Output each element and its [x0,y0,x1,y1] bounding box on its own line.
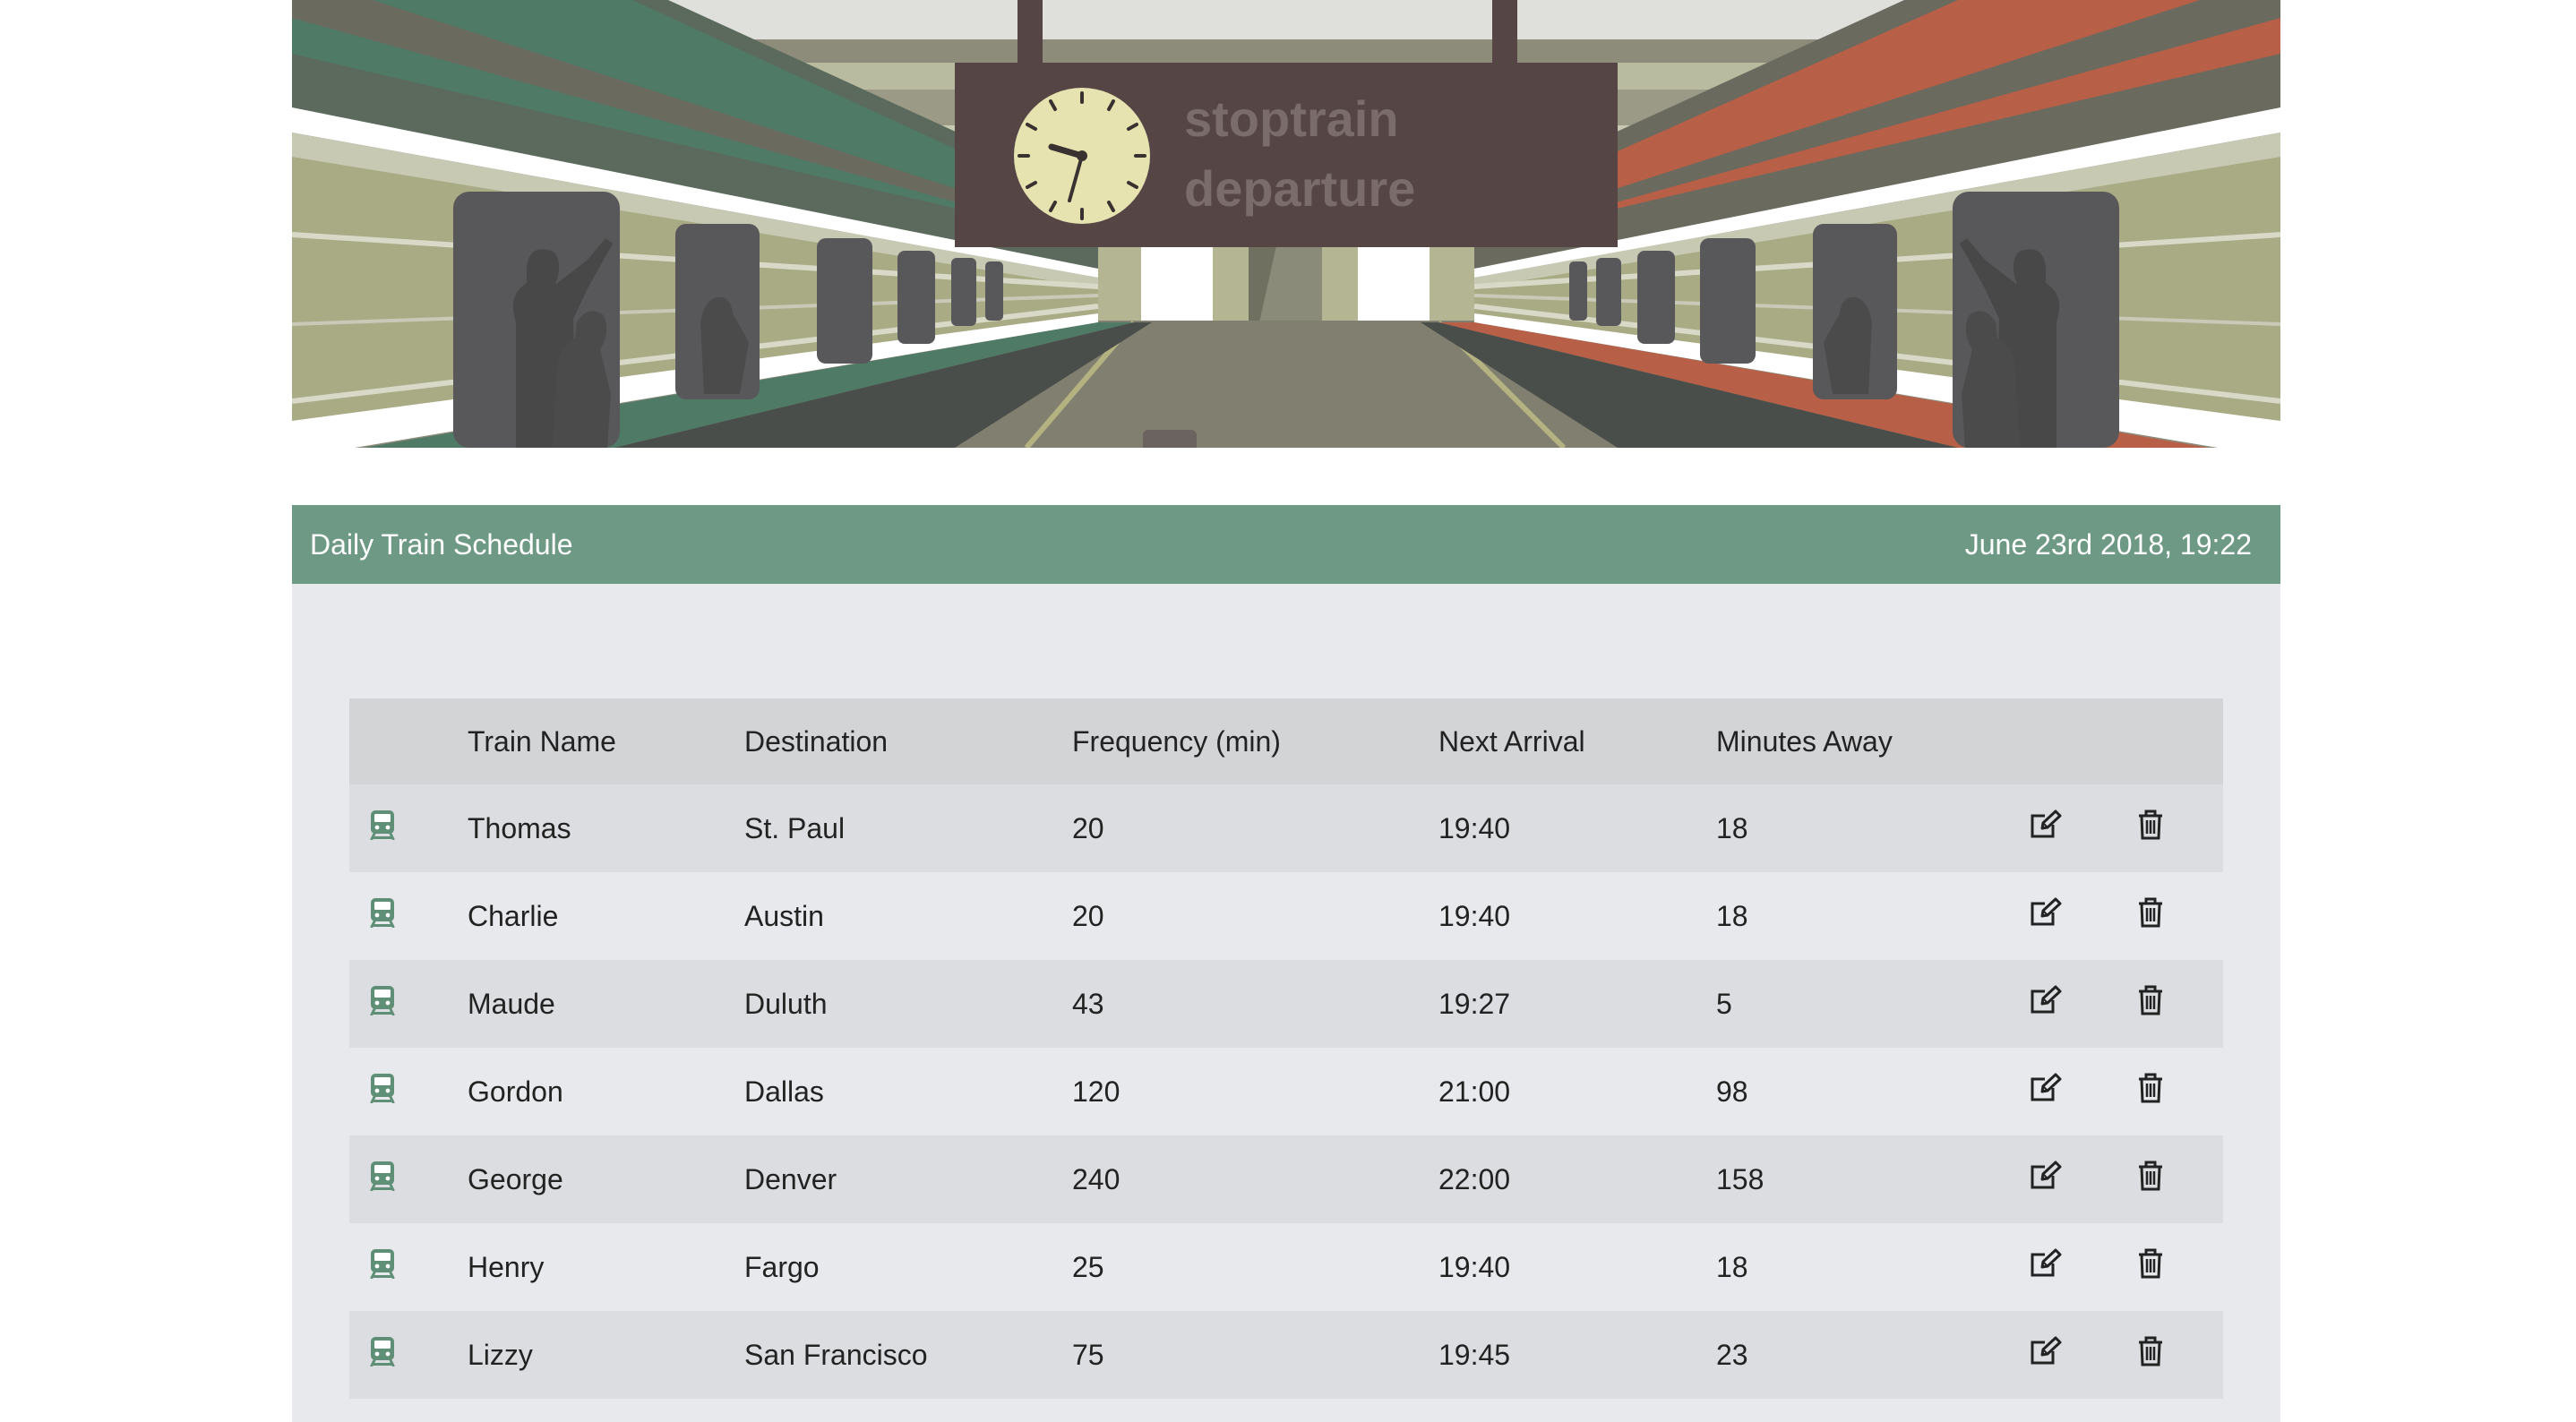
cell-frequency: 75 [1072,1338,1104,1371]
train-schedule-table: Train Name Destination Frequency (min) N… [349,698,2223,1399]
header-edit-column [2030,698,2137,784]
cell-destination: Austin [744,899,824,932]
cell-frequency: 120 [1072,1075,1121,1108]
table-row: Maude Duluth 43 19:27 5 [349,960,2223,1048]
schedule-panel-body: Train Name Destination Frequency (min) N… [292,584,2280,1422]
cell-next-arrival: 22:00 [1438,1162,1511,1195]
cell-next-arrival: 21:00 [1438,1075,1511,1108]
sign-line-2: departure [1184,160,1415,217]
cell-train-name: Gordon [468,1075,563,1108]
train-icon [369,897,396,929]
cell-next-arrival: 19:40 [1438,1250,1511,1283]
cell-train-name: Henry [468,1250,545,1283]
train-station-illustration: stoptrain departure [292,0,2280,448]
current-datetime: June 23rd 2018, 19:22 [1964,527,2252,561]
cell-train-name: Maude [468,987,555,1020]
train-icon [369,1073,396,1104]
trash-icon[interactable] [2137,810,2164,840]
cell-minutes-away: 18 [1716,811,1748,844]
edit-icon[interactable] [2030,1248,2062,1279]
train-icon [369,985,396,1016]
page: stoptrain departure Daily Train Schedule… [292,0,2280,1422]
cell-frequency: 240 [1072,1162,1121,1195]
cell-minutes-away: 18 [1716,1250,1748,1283]
cell-frequency: 20 [1072,899,1104,932]
table-row: Henry Fargo 25 19:40 18 [349,1223,2223,1311]
train-icon [369,810,396,841]
header-delete-column [2137,698,2223,784]
cell-destination: Denver [744,1162,837,1195]
trash-icon[interactable] [2137,1161,2164,1191]
cell-next-arrival: 19:40 [1438,899,1511,932]
edit-icon[interactable] [2030,1161,2062,1191]
trash-icon[interactable] [2137,1336,2164,1366]
hero-banner: stoptrain departure [292,0,2280,448]
header-frequency: Frequency (min) [1072,724,1281,758]
edit-icon[interactable] [2030,1336,2062,1366]
table-row: Charlie Austin 20 19:40 18 [349,872,2223,960]
cell-destination: St. Paul [744,811,846,844]
cell-frequency: 25 [1072,1250,1104,1283]
trash-icon[interactable] [2137,985,2164,1015]
cell-train-name: Thomas [468,811,571,844]
edit-icon[interactable] [2030,810,2062,840]
trash-icon[interactable] [2137,1248,2164,1279]
cell-next-arrival: 19:27 [1438,987,1511,1020]
edit-icon[interactable] [2030,1073,2062,1103]
schedule-panel-header: Daily Train Schedule June 23rd 2018, 19:… [292,505,2280,584]
table-header-row: Train Name Destination Frequency (min) N… [349,698,2223,784]
cell-train-name: George [468,1162,563,1195]
header-destination: Destination [744,724,889,758]
cell-minutes-away: 98 [1716,1075,1748,1108]
cell-frequency: 20 [1072,811,1104,844]
edit-icon[interactable] [2030,985,2062,1015]
cell-frequency: 43 [1072,987,1104,1020]
cell-train-name: Charlie [468,899,559,932]
trash-icon[interactable] [2137,1073,2164,1103]
cell-destination: Dallas [744,1075,824,1108]
table-row: Lizzy San Francisco 75 19:45 23 [349,1311,2223,1399]
cell-minutes-away: 5 [1716,987,1732,1020]
train-icon [369,1161,396,1192]
cell-minutes-away: 158 [1716,1162,1765,1195]
cell-destination: Duluth [744,987,828,1020]
train-icon [369,1336,396,1367]
cell-next-arrival: 19:45 [1438,1338,1511,1371]
trash-icon[interactable] [2137,897,2164,928]
header-minutes-away: Minutes Away [1716,724,1893,758]
cell-next-arrival: 19:40 [1438,811,1511,844]
cell-minutes-away: 18 [1716,899,1748,932]
table-row: Thomas St. Paul 20 19:40 18 [349,784,2223,872]
header-train-name: Train Name [468,724,616,758]
edit-icon[interactable] [2030,897,2062,928]
cell-destination: San Francisco [744,1338,928,1371]
header-icon-column [349,698,468,784]
train-icon [369,1248,396,1280]
cell-minutes-away: 23 [1716,1338,1748,1371]
sign-line-1: stoptrain [1184,90,1399,147]
table-row: George Denver 240 22:00 158 [349,1135,2223,1223]
cell-train-name: Lizzy [468,1338,533,1371]
cell-destination: Fargo [744,1250,820,1283]
header-next-arrival: Next Arrival [1438,724,1585,758]
table-row: Gordon Dallas 120 21:00 98 [349,1048,2223,1135]
panel-title: Daily Train Schedule [310,527,573,561]
